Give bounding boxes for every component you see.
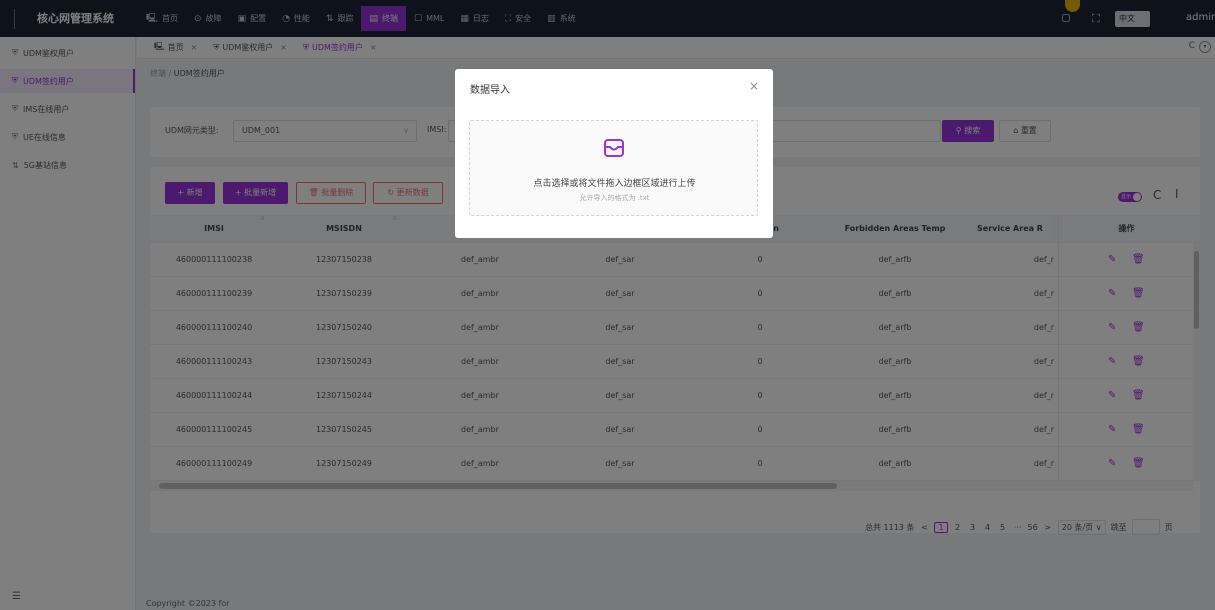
inbox-icon: [604, 139, 624, 157]
dialog-title: 数据导入: [470, 85, 510, 96]
close-icon[interactable]: ×: [749, 79, 759, 93]
upload-dropzone[interactable]: 点击选择或将文件拖入边框区域进行上传 允许导入的格式为 .txt: [469, 120, 758, 216]
upload-format-hint: 允许导入的格式为 .txt: [579, 194, 650, 202]
upload-instructions: 点击选择或将文件拖入边框区域进行上传: [533, 179, 696, 189]
import-dialog: 数据导入 × 点击选择或将文件拖入边框区域进行上传 允许导入的格式为 .txt: [455, 69, 773, 238]
